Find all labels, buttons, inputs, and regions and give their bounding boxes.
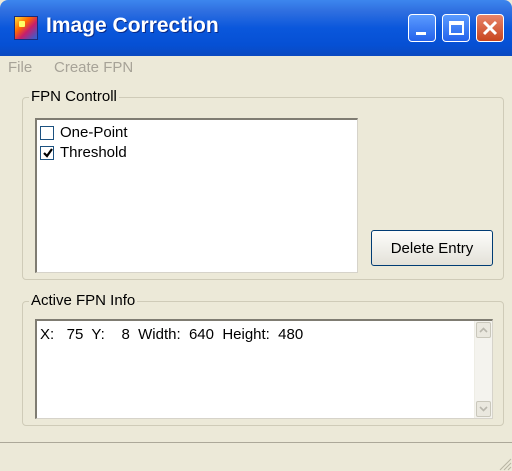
resize-grip-icon[interactable] bbox=[496, 455, 512, 471]
checkbox-label: One-Point bbox=[60, 124, 128, 141]
fpn-control-label: FPN Controll bbox=[29, 88, 119, 105]
active-fpn-info-label: Active FPN Info bbox=[29, 292, 138, 309]
minimize-icon bbox=[416, 32, 426, 35]
maximize-icon bbox=[449, 21, 464, 35]
image-correction-window: Image Correction File Create FPN FPN Con… bbox=[0, 0, 512, 471]
scroll-down-button[interactable] bbox=[476, 401, 491, 417]
fpn-info-text: X: 75 Y: 8 Width: 640 Height: 480 bbox=[40, 326, 304, 343]
fpn-control-group: FPN Controll One-Point Threshold Delete … bbox=[22, 89, 504, 280]
delete-entry-button[interactable]: Delete Entry bbox=[371, 230, 493, 266]
chevron-up-icon bbox=[479, 327, 488, 333]
maximize-button[interactable] bbox=[442, 14, 470, 42]
checkbox-box[interactable] bbox=[40, 126, 54, 140]
fpn-info-textarea[interactable]: X: 75 Y: 8 Width: 640 Height: 480 bbox=[35, 319, 493, 419]
chevron-down-icon bbox=[479, 406, 488, 412]
menu-bar: File Create FPN bbox=[0, 56, 512, 82]
fpn-entry-list[interactable]: One-Point Threshold bbox=[35, 118, 358, 273]
app-icon[interactable] bbox=[14, 16, 38, 40]
active-fpn-info-group: Active FPN Info X: 75 Y: 8 Width: 640 He… bbox=[22, 293, 504, 426]
close-button[interactable] bbox=[476, 14, 504, 42]
status-bar bbox=[0, 442, 512, 471]
vertical-scrollbar[interactable] bbox=[474, 321, 492, 418]
checkbox-box[interactable] bbox=[40, 146, 54, 160]
window-title: Image Correction bbox=[46, 14, 219, 37]
minimize-button[interactable] bbox=[408, 14, 436, 42]
checkmark-icon bbox=[43, 148, 53, 158]
title-bar[interactable]: Image Correction bbox=[0, 0, 512, 56]
menu-file[interactable]: File bbox=[8, 59, 32, 76]
menu-create-fpn[interactable]: Create FPN bbox=[54, 59, 133, 76]
checkbox-label: Threshold bbox=[60, 144, 127, 161]
scroll-up-button[interactable] bbox=[476, 322, 491, 338]
close-icon bbox=[482, 20, 498, 36]
